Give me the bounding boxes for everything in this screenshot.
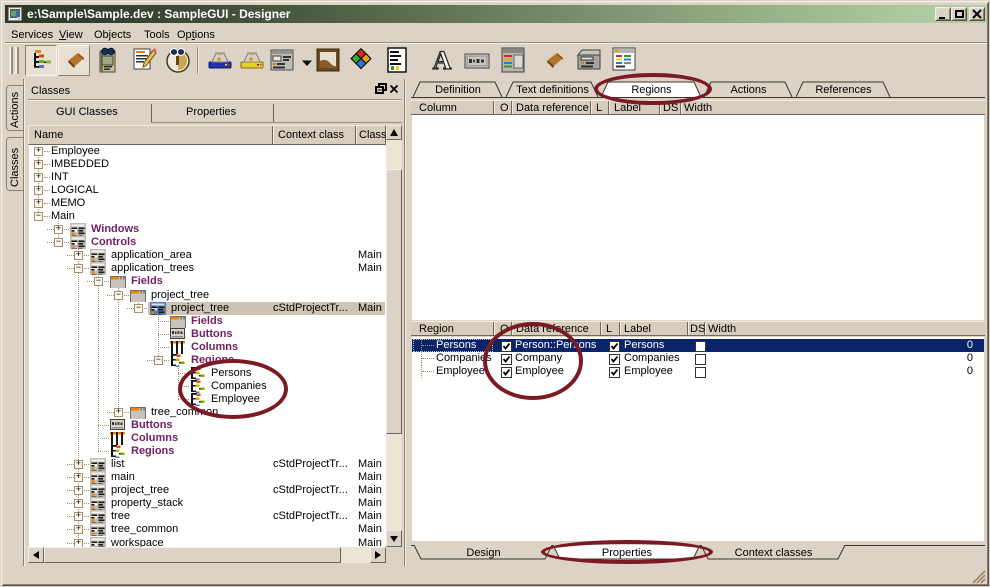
svg-text:Definition: Definition [435, 84, 481, 96]
svg-text:Design: Design [466, 547, 500, 559]
svg-text:References: References [815, 84, 872, 96]
svg-text:Text definitions: Text definitions [516, 84, 589, 96]
svg-text:Actions: Actions [730, 84, 767, 96]
svg-text:Context classes: Context classes [735, 547, 813, 559]
svg-text:A: A [433, 46, 452, 74]
